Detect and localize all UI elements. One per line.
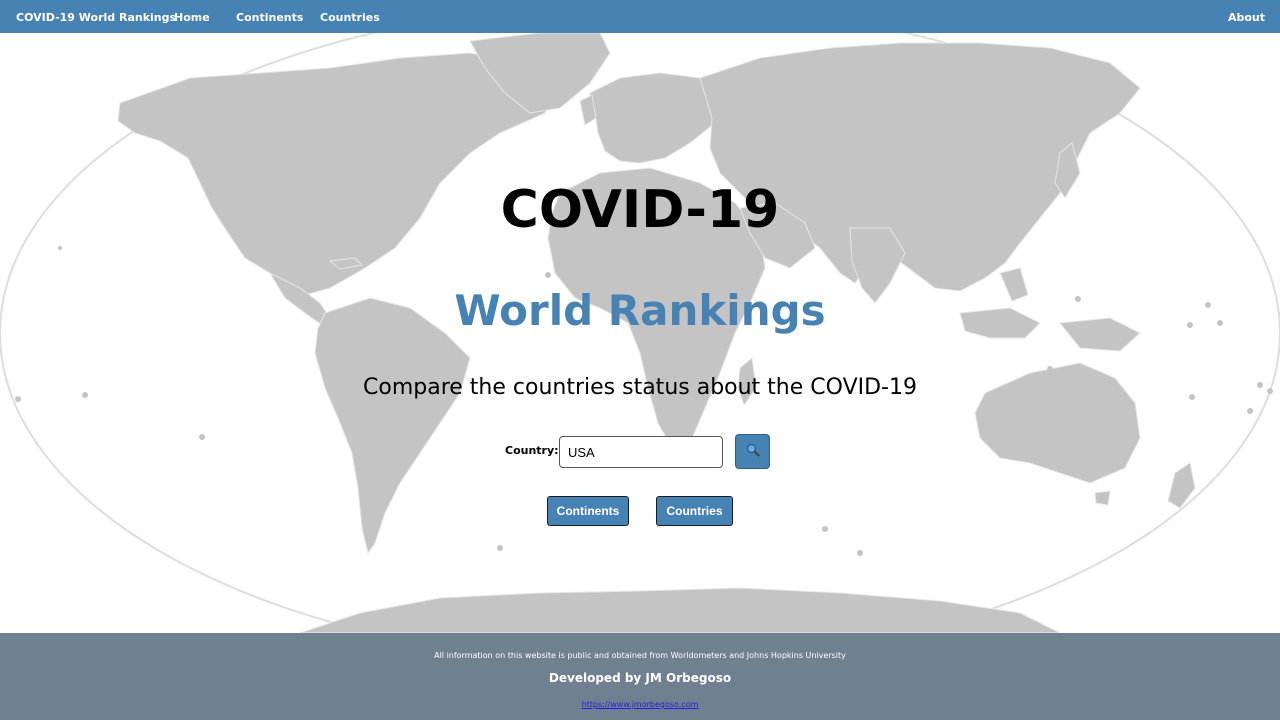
footer-website-link[interactable]: https://www.jmorbegoso.com	[582, 700, 699, 709]
page-title: COVID-19	[500, 180, 780, 240]
country-input[interactable]	[559, 436, 723, 468]
nav-continents-link[interactable]: Continents	[236, 11, 303, 24]
nav-countries-link[interactable]: Countries	[320, 11, 380, 24]
footer-link-container: https://www.jmorbegoso.com	[0, 700, 1280, 709]
countries-button[interactable]: Countries	[656, 496, 733, 526]
page-footer: All information on this website is publi…	[0, 633, 1280, 720]
country-search-row: Country:	[0, 433, 1280, 469]
nav-brand-link[interactable]: COVID-19 World Rankings	[16, 11, 176, 24]
page-tagline: Compare the countries status about the C…	[363, 375, 917, 400]
country-label: Country:	[505, 444, 559, 457]
footer-developer: Developed by JM Orbegoso	[548, 671, 732, 685]
search-button[interactable]	[735, 434, 770, 469]
search-icon	[746, 443, 760, 460]
hero-section: COVID-19 World Rankings Compare the coun…	[0, 33, 1280, 633]
nav-home-link[interactable]: Home	[174, 11, 210, 24]
footer-info-text: All information on this website is publi…	[434, 651, 846, 660]
top-navbar: COVID-19 World Rankings Home Continents …	[0, 0, 1280, 33]
continents-button[interactable]: Continents	[547, 496, 629, 526]
page-subtitle: World Rankings	[454, 286, 826, 335]
nav-about-link[interactable]: About	[1228, 11, 1265, 24]
